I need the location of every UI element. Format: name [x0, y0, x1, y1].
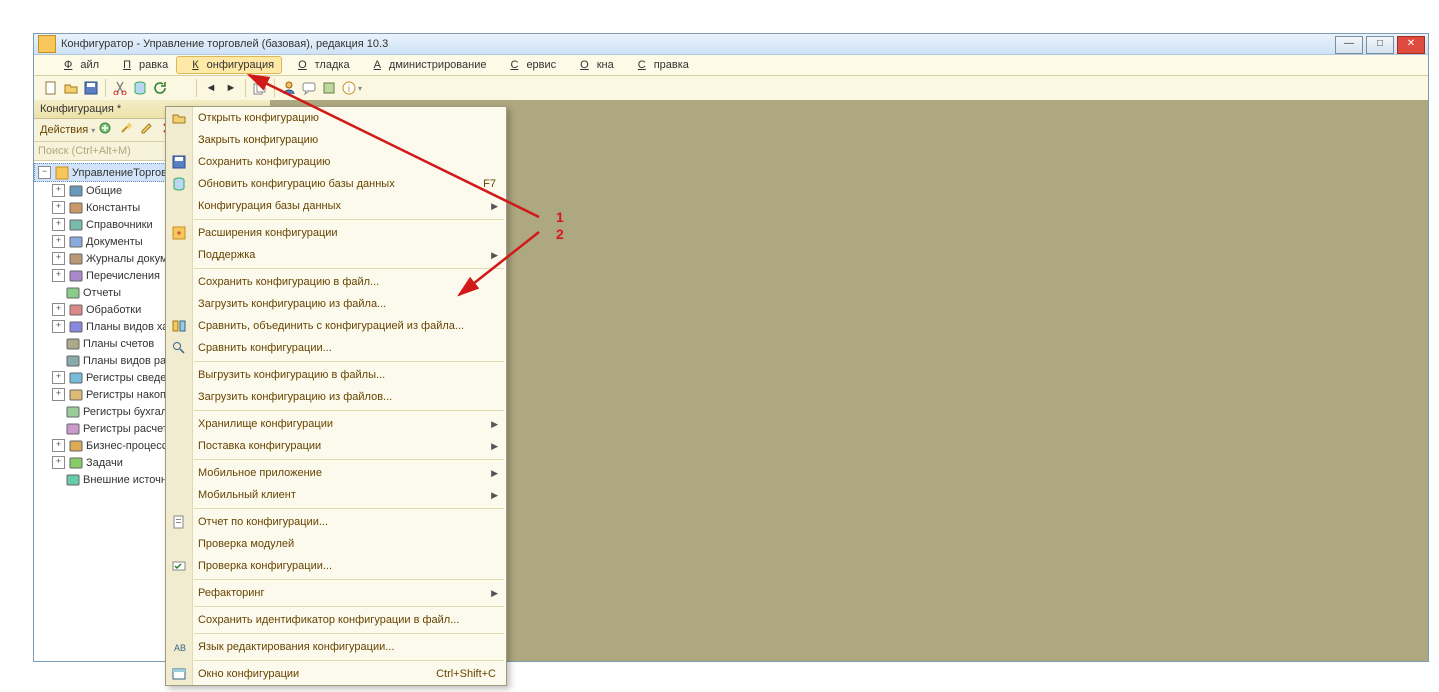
app-window: Конфигуратор - Управление торговлей (баз… [33, 33, 1429, 662]
annotation-arrows [34, 34, 1434, 674]
annotation-2: 2 [556, 226, 564, 242]
annotation-1: 1 [556, 209, 564, 225]
